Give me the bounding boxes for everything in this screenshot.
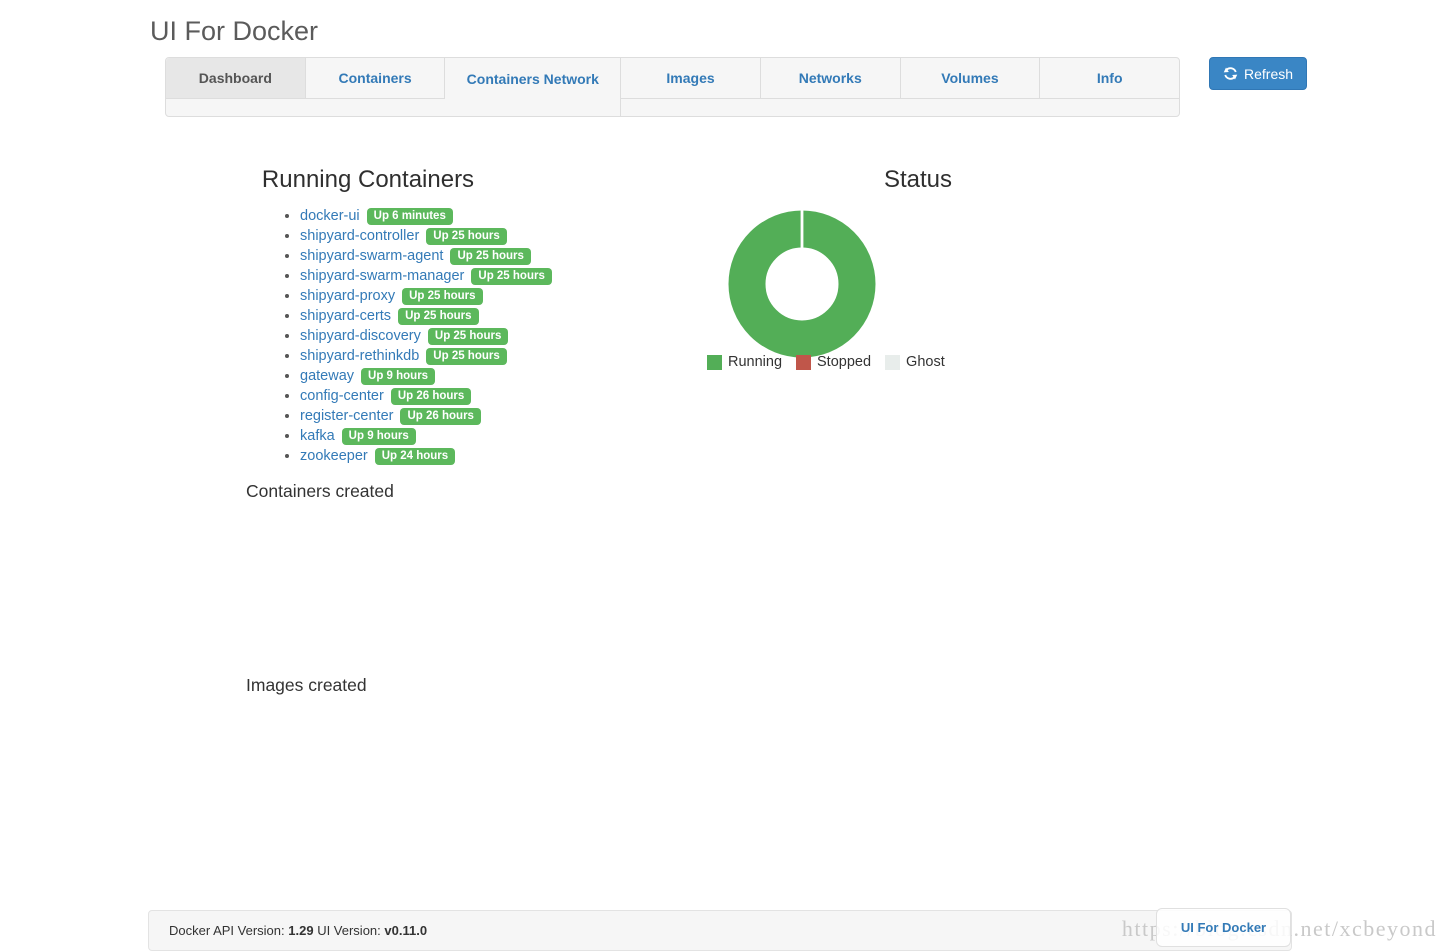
uptime-badge: Up 26 hours <box>391 388 471 405</box>
footer-panel: Docker API Version: 1.29 UI Version: v0.… <box>148 910 1292 951</box>
ui-version-label: UI Version: <box>317 923 381 938</box>
container-list-item: shipyard-discovery Up 25 hours <box>300 326 588 346</box>
container-list-item: docker-ui Up 6 minutes <box>300 206 588 226</box>
status-title: Status <box>620 163 1216 196</box>
container-list-item: shipyard-rethinkdb Up 25 hours <box>300 346 588 366</box>
api-version-value: 1.29 <box>288 923 313 938</box>
container-link[interactable]: config-center <box>300 388 384 404</box>
container-list-item: shipyard-swarm-agent Up 25 hours <box>300 246 588 266</box>
container-list-item: register-center Up 26 hours <box>300 406 588 426</box>
uptime-badge: Up 26 hours <box>400 408 480 425</box>
container-link[interactable]: shipyard-certs <box>300 308 391 324</box>
containers-created-heading: Containers created <box>246 481 394 502</box>
container-list-item: shipyard-controller Up 25 hours <box>300 226 588 246</box>
legend-swatch-stopped <box>796 355 811 370</box>
api-version-label: Docker API Version: <box>169 923 285 938</box>
refresh-button[interactable]: Refresh <box>1209 57 1307 90</box>
images-created-heading: Images created <box>246 675 367 696</box>
status-section: Status Running Stopped Ghost <box>620 163 1216 383</box>
container-link[interactable]: shipyard-rethinkdb <box>300 348 419 364</box>
container-link[interactable]: zookeeper <box>300 448 368 464</box>
container-list-item: shipyard-swarm-manager Up 25 hours <box>300 266 588 286</box>
uptime-badge: Up 25 hours <box>450 248 530 265</box>
legend-label-ghost: Ghost <box>906 354 945 370</box>
docker-ui-page: UI For Docker Dashboard Containers Conta… <box>0 0 1440 952</box>
running-containers-title: Running Containers <box>148 163 588 196</box>
uptime-badge: Up 25 hours <box>398 308 478 325</box>
tab-networks[interactable]: Networks <box>761 58 901 99</box>
uptime-badge: Up 25 hours <box>428 328 508 345</box>
container-list-item: zookeeper Up 24 hours <box>300 446 588 466</box>
container-link[interactable]: kafka <box>300 428 335 444</box>
container-link[interactable]: shipyard-controller <box>300 228 419 244</box>
container-list-item: gateway Up 9 hours <box>300 366 588 386</box>
uptime-badge: Up 24 hours <box>375 448 455 465</box>
status-legend: Running Stopped Ghost <box>707 354 959 370</box>
main-tab-bar: Dashboard Containers Containers Network … <box>165 57 1180 117</box>
footer-version-text: Docker API Version: 1.29 UI Version: v0.… <box>169 911 427 950</box>
container-link[interactable]: register-center <box>300 408 393 424</box>
container-list-item: kafka Up 9 hours <box>300 426 588 446</box>
ui-version-value: v0.11.0 <box>384 923 427 938</box>
tab-info[interactable]: Info <box>1040 58 1179 99</box>
container-list-item: config-center Up 26 hours <box>300 386 588 406</box>
uptime-badge: Up 25 hours <box>426 228 506 245</box>
running-containers-list: docker-ui Up 6 minutes shipyard-controlle… <box>148 206 588 466</box>
tab-containers-network[interactable]: Containers Network <box>445 58 621 116</box>
tab-images[interactable]: Images <box>621 58 761 99</box>
uptime-badge: Up 6 minutes <box>367 208 453 225</box>
container-link[interactable]: shipyard-proxy <box>300 288 395 304</box>
uptime-badge: Up 25 hours <box>402 288 482 305</box>
page-title: UI For Docker <box>150 16 318 47</box>
uptime-badge: Up 25 hours <box>426 348 506 365</box>
container-list-item: shipyard-proxy Up 25 hours <box>300 286 588 306</box>
refresh-icon <box>1223 66 1238 81</box>
container-link[interactable]: shipyard-swarm-manager <box>300 268 464 284</box>
container-link[interactable]: shipyard-discovery <box>300 328 421 344</box>
footer-brand-link[interactable]: UI For Docker <box>1181 920 1266 935</box>
container-link[interactable]: docker-ui <box>300 208 360 224</box>
tab-volumes[interactable]: Volumes <box>901 58 1041 99</box>
tab-dashboard[interactable]: Dashboard <box>166 58 306 99</box>
footer-brand-box: UI For Docker <box>1156 908 1291 947</box>
legend-label-running: Running <box>728 354 782 370</box>
running-containers-section: Running Containers docker-ui Up 6 minutes… <box>148 163 588 466</box>
legend-label-stopped: Stopped <box>817 354 871 370</box>
container-link[interactable]: shipyard-swarm-agent <box>300 248 443 264</box>
uptime-badge: Up 9 hours <box>342 428 416 445</box>
uptime-badge: Up 9 hours <box>361 368 435 385</box>
container-link[interactable]: gateway <box>300 368 354 384</box>
uptime-badge: Up 25 hours <box>471 268 551 285</box>
status-donut-chart <box>722 204 882 364</box>
container-list-item: shipyard-certs Up 25 hours <box>300 306 588 326</box>
legend-swatch-ghost <box>885 355 900 370</box>
legend-swatch-running <box>707 355 722 370</box>
tab-containers[interactable]: Containers <box>306 58 446 99</box>
refresh-button-label: Refresh <box>1244 66 1293 82</box>
